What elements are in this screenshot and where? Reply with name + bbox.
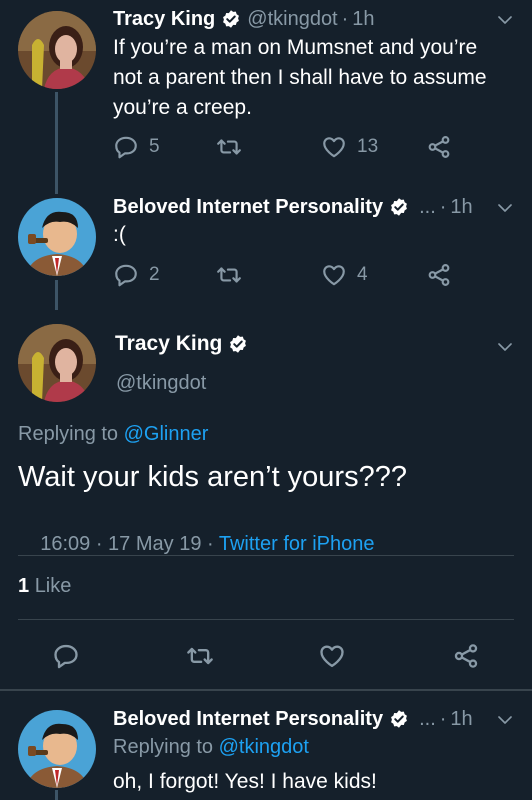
retweet-button[interactable] [216,262,242,288]
likes-label: Like [34,575,72,597]
client-link[interactable]: Twitter for iPhone [219,533,375,555]
reply-count: 5 [149,136,160,157]
tweet-text: If you’re a man on Mumsnet and you’re no… [113,36,487,119]
avatar[interactable] [18,11,96,89]
like-button[interactable]: 4 [321,262,368,288]
action-bar: 2 4 [113,262,473,294]
retweet-button[interactable] [216,134,242,160]
username[interactable]: @tkingdot [247,8,337,31]
like-icon[interactable] [318,642,346,670]
like-icon [321,262,347,288]
share-icon [426,134,452,160]
tweet-datetime: 16:09 · 17 May 19 · [40,533,219,555]
truncation-ellipsis: ... [419,707,436,730]
verified-badge-icon [389,197,409,217]
chevron-down-icon[interactable] [496,338,514,356]
chevron-down-icon[interactable] [496,199,514,217]
verified-badge-icon [389,709,409,729]
tweet-text: :( [113,223,126,246]
display-name[interactable]: Tracy King [115,332,222,356]
tweet-meta: 16:09 · 17 May 19 · Twitter for iPhone [18,510,374,579]
likes-summary[interactable]: 1 Like [18,575,71,598]
retweet-icon[interactable] [186,642,214,670]
divider [18,619,514,620]
separator-dot: · [439,707,447,730]
replying-to-line: Replying to @tkingdot [113,736,309,759]
replying-to-link[interactable]: @tkingdot [219,736,309,758]
separator-dot: · [439,195,447,218]
tweet-header: Tracy King @tkingdot · 1h [113,4,512,34]
thread-line [55,92,58,194]
retweet-icon [216,134,242,160]
thread-line [55,280,58,310]
replying-to-line: Replying to @Glinner [18,423,208,446]
section-divider [0,689,532,691]
truncation-ellipsis: ... [419,195,436,218]
timestamp[interactable]: 1h [450,708,472,731]
tweet-tracy-king[interactable]: Tracy King @tkingdot · 1h If you’re a ma… [0,0,532,194]
verified-badge-icon [221,9,241,29]
tweet-header: Beloved Internet Personality ... · 1h [113,192,512,222]
username[interactable]: @tkingdot [116,372,206,395]
reply-icon[interactable] [52,642,80,670]
tweet-beloved-internet-personality[interactable]: Beloved Internet Personality ... · 1h :(… [0,190,532,310]
share-button[interactable] [426,262,452,288]
divider [18,555,514,556]
share-icon[interactable] [452,642,480,670]
focused-name-row: Tracy King [115,332,254,356]
thread-line [55,790,58,800]
avatar[interactable] [18,198,96,276]
display-name[interactable]: Beloved Internet Personality [113,708,383,731]
verified-badge-icon [228,334,248,354]
focused-tweet: Tracy King @tkingdot Replying to @Glinne… [0,310,532,690]
like-count: 4 [357,264,368,285]
like-button[interactable]: 13 [321,134,378,160]
reply-icon [113,262,139,288]
tweet-header: Beloved Internet Personality ... · 1h [113,704,512,734]
reply-button[interactable]: 5 [113,134,160,160]
action-bar: 5 13 [113,134,473,166]
reply-button[interactable]: 2 [113,262,160,288]
share-button[interactable] [426,134,452,160]
likes-count: 1 [18,575,30,597]
replying-to-link[interactable]: @Glinner [124,423,209,445]
timestamp[interactable]: 1h [352,8,374,31]
chevron-down-icon[interactable] [496,11,514,29]
like-icon [321,134,347,160]
reply-icon [113,134,139,160]
tweet-text: oh, I forgot! Yes! I have kids! [113,770,377,793]
chevron-down-icon[interactable] [496,711,514,729]
retweet-icon [216,262,242,288]
share-icon [426,262,452,288]
display-name[interactable]: Beloved Internet Personality [113,196,383,219]
like-count: 13 [357,136,379,157]
timestamp[interactable]: 1h [450,196,472,219]
tweet-text: Wait your kids aren’t yours??? [18,461,407,493]
replying-to-label: Replying to [113,736,214,758]
reply-count: 2 [149,264,160,285]
reply-tweet[interactable]: Beloved Internet Personality ... · 1h Re… [0,692,532,800]
avatar[interactable] [18,324,96,402]
display-name[interactable]: Tracy King [113,8,215,31]
separator-dot: · [341,7,349,30]
replying-to-label: Replying to [18,423,119,445]
avatar[interactable] [18,710,96,788]
focused-action-bar [0,640,532,672]
